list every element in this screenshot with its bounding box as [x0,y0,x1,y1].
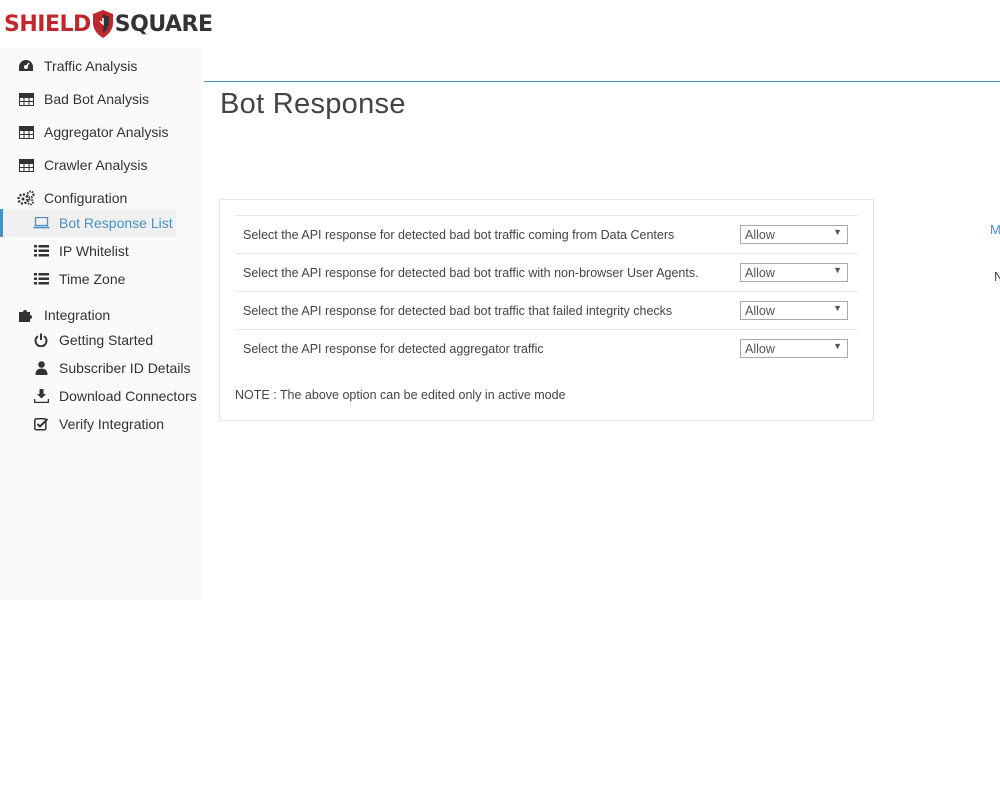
data-center-response-select[interactable]: Allow ▼ [740,225,848,244]
list-icon [31,269,51,289]
dropdown-arrow-icon: ▼ [833,341,842,351]
gears-icon [16,188,36,208]
select-value: Allow [745,265,775,280]
sidebar-item-crawler-analysis[interactable]: Crawler Analysis [0,151,147,179]
table-row: Select the API response for detected bad… [235,215,858,253]
sidebar-item-label: Crawler Analysis [44,157,148,173]
shieldsquare-logo[interactable]: SHIELD SQUARE [4,4,213,44]
right-edge-link[interactable]: M [990,222,1000,237]
laptop-icon [31,213,51,233]
logo-square-text: SQUARE [114,11,213,37]
sidebar-item-bad-bot-analysis[interactable]: Bad Bot Analysis [0,85,149,113]
active-mode-note: NOTE : The above option can be edited on… [235,388,566,402]
download-icon [31,386,51,406]
dropdown-arrow-icon: ▼ [833,227,842,237]
sidebar-item-label: IP Whitelist [59,243,129,259]
sidebar-item-label: Subscriber ID Details [59,360,191,376]
sidebar-item-label: Integration [44,307,111,323]
sidebar-item-configuration[interactable]: Configuration [0,184,127,212]
dropdown-arrow-icon: ▼ [833,303,842,313]
sidebar-item-download-connectors[interactable]: Download Connectors [0,382,197,410]
table-row: Select the API response for detected agg… [235,329,858,367]
sidebar-item-traffic-analysis[interactable]: Traffic Analysis [0,52,137,80]
sidebar-item-bot-response-list[interactable]: Bot Response List [0,209,176,237]
check-square-icon [31,414,51,434]
row-label: Select the API response for detected agg… [243,341,544,356]
bot-response-panel: Select the API response for detected bad… [219,199,874,421]
sidebar-item-label: Time Zone [59,271,126,287]
row-label: Select the API response for detected bad… [243,303,673,318]
sidebar-item-label: Traffic Analysis [44,58,138,74]
row-label: Select the API response for detected bad… [243,227,675,242]
dashboard-icon [16,56,36,76]
table-row: Select the API response for detected bad… [235,253,858,291]
table-icon [16,122,36,142]
page-title: Bot Response [220,88,406,120]
select-value: Allow [745,227,775,242]
sidebar-item-label: Verify Integration [59,416,165,432]
logo-shield-text: SHIELD [4,11,91,37]
sidebar-item-label: Bot Response List [59,215,173,231]
integrity-check-response-select[interactable]: Allow ▼ [740,301,848,320]
dropdown-arrow-icon: ▼ [833,265,842,275]
sidebar-item-label: Bad Bot Analysis [44,91,150,107]
select-value: Allow [745,303,775,318]
table-icon [16,89,36,109]
table-icon [16,155,36,175]
select-value: Allow [745,341,775,356]
sidebar-item-ip-whitelist[interactable]: IP Whitelist [0,237,129,265]
user-agent-response-select[interactable]: Allow ▼ [740,263,848,282]
user-icon [31,358,51,378]
sidebar-item-subscriber-id-details[interactable]: Subscriber ID Details [0,354,191,382]
sidebar-item-time-zone[interactable]: Time Zone [0,265,125,293]
right-edge-text: N [994,269,1000,284]
sidebar-item-label: Aggregator Analysis [44,124,169,140]
sidebar-item-label: Configuration [44,190,128,206]
shield-logo-icon [92,10,113,38]
sidebar-item-label: Getting Started [59,332,154,348]
header-divider [204,81,1000,82]
power-icon [31,330,51,350]
sidebar-item-label: Download Connectors [59,388,197,404]
list-icon [31,241,51,261]
table-row: Select the API response for detected bad… [235,291,858,329]
sidebar-item-aggregator-analysis[interactable]: Aggregator Analysis [0,118,169,146]
puzzle-icon [16,305,36,325]
sidebar: Traffic Analysis Bad Bot Analysis Aggreg… [0,48,202,600]
row-label: Select the API response for detected bad… [243,265,699,280]
sidebar-item-integration[interactable]: Integration [0,301,110,329]
sidebar-item-getting-started[interactable]: Getting Started [0,326,153,354]
sidebar-item-verify-integration[interactable]: Verify Integration [0,410,164,438]
aggregator-response-select[interactable]: Allow ▼ [740,339,848,358]
